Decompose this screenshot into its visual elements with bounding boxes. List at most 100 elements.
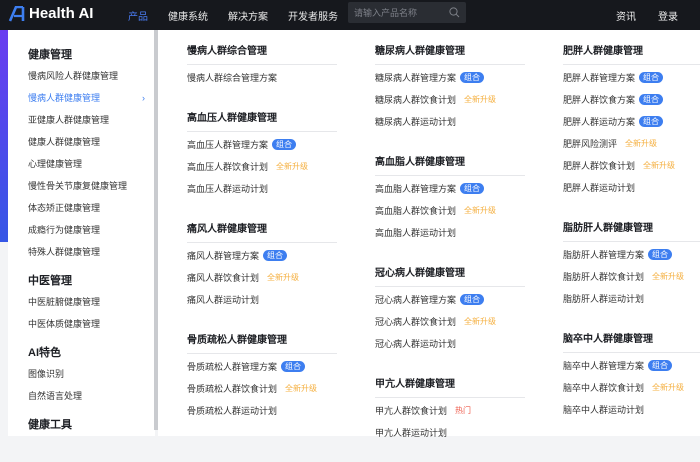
menu-item[interactable]: 甲亢人群饮食计划 热门	[375, 400, 525, 422]
sidebar-item[interactable]: 心理健康管理	[28, 153, 155, 175]
menu-item[interactable]: 高血脂人群运动计划	[375, 222, 525, 244]
badge-combo: 组合	[281, 361, 306, 372]
menu-item-label: 高血压人群运动计划	[187, 184, 269, 194]
menu-item[interactable]: 高血压人群运动计划	[187, 178, 337, 200]
menu-item[interactable]: 高血压人群管理方案 组合	[187, 134, 337, 156]
sidebar-item[interactable]: 亚健康人群健康管理	[28, 109, 155, 131]
nav-products[interactable]: 产品	[128, 8, 148, 23]
menu-group-heading: 甲亢人群健康管理	[375, 373, 525, 398]
menu-column: 慢病人群综合管理 慢病人群综合管理方案 高血压人群健康管理 高血压人群管理方案 组合 高血…	[187, 40, 337, 440]
menu-item[interactable]: 肥胖风险测评 全新升级	[563, 133, 700, 155]
accent-strip	[0, 30, 8, 242]
menu-item-label: 肥胖人群饮食方案	[563, 95, 636, 105]
menu-item[interactable]: 高血脂人群管理方案 组合	[375, 178, 525, 200]
menu-item[interactable]: 骨质疏松人群饮食计划 全新升级	[187, 378, 337, 400]
menu-group-heading: 脑卒中人群健康管理	[563, 328, 700, 353]
menu-item[interactable]: 高血脂人群饮食计划 全新升级	[375, 200, 525, 222]
menu-item[interactable]: 糖尿病人群运动计划	[375, 111, 525, 133]
menu-item-label: 脂肪肝人群饮食计划	[563, 272, 645, 282]
sidebar-item[interactable]: 成瘾行为健康管理	[28, 219, 155, 241]
menu-group: 慢病人群综合管理 慢病人群综合管理方案	[187, 40, 337, 89]
menu-item-label: 糖尿病人群运动计划	[375, 117, 457, 127]
sidebar-item[interactable]: 慢病风险人群健康管理	[28, 65, 155, 87]
menu-item-label: 肥胖人群管理方案	[563, 73, 636, 83]
search-input[interactable]	[354, 7, 444, 18]
menu-item[interactable]: 脂肪肝人群运动计划	[563, 288, 700, 310]
menu-item-label: 肥胖风险测评	[563, 139, 618, 149]
sidebar-item-label: 特殊人群健康管理	[28, 247, 101, 257]
menu-item[interactable]: 甲亢人群运动计划	[375, 422, 525, 444]
menu-item[interactable]: 痛风人群管理方案 组合	[187, 245, 337, 267]
menu-group-items: 慢病人群综合管理方案	[187, 65, 337, 89]
badge-upgrade: 全新升级	[643, 161, 676, 170]
sidebar-item[interactable]: 中医脏腑健康管理	[28, 291, 155, 313]
logo[interactable]: Health AI	[8, 5, 93, 22]
menu-item-label: 高血压人群饮食计划	[187, 162, 269, 172]
sidebar-item-label: 心理健康管理	[28, 159, 83, 169]
sidebar-item-label: 成瘾行为健康管理	[28, 225, 101, 235]
nav-health-systems[interactable]: 健康系统	[168, 8, 208, 23]
menu-item[interactable]: 糖尿病人群饮食计划 全新升级	[375, 89, 525, 111]
menu-item[interactable]: 脑卒中人群运动计划	[563, 399, 700, 421]
logo-icon	[8, 5, 25, 22]
badge-upgrade: 全新升级	[285, 384, 318, 393]
menu-item[interactable]: 慢病人群综合管理方案	[187, 67, 337, 89]
menu-item[interactable]: 肥胖人群饮食计划 全新升级	[563, 155, 700, 177]
sidebar-item[interactable]: 慢病人群健康管理 ›	[28, 87, 155, 109]
menu-item[interactable]: 痛风人群运动计划	[187, 289, 337, 311]
menu-item[interactable]: 肥胖人群饮食方案 组合	[563, 89, 700, 111]
sidebar-item[interactable]: 中医体质健康管理	[28, 313, 155, 335]
sidebar-item[interactable]: 图像识别	[28, 363, 155, 385]
menu-item[interactable]: 冠心病人群饮食计划 全新升级	[375, 311, 525, 333]
nav-solutions[interactable]: 解决方案	[228, 8, 268, 23]
login-link[interactable]: 登录	[658, 8, 678, 23]
menu-item[interactable]: 肥胖人群管理方案 组合	[563, 67, 700, 89]
sidebar-item[interactable]: 体态矫正健康管理	[28, 197, 155, 219]
sidebar-item[interactable]: 慢性骨关节康复健康管理	[28, 175, 155, 197]
badge-combo: 组合	[648, 360, 673, 371]
badge-combo: 组合	[460, 183, 485, 194]
menu-item[interactable]: 冠心病人群管理方案 组合	[375, 289, 525, 311]
menu-item-label: 肥胖人群运动方案	[563, 117, 636, 127]
menu-column: 肥胖人群健康管理 肥胖人群管理方案 组合 肥胖人群饮食方案 组合 肥胖人群运动方案 组合 肥胖…	[563, 40, 700, 439]
menu-item[interactable]: 脑卒中人群管理方案 组合	[563, 355, 700, 377]
logo-text: Health AI	[29, 5, 94, 22]
menu-item[interactable]: 高血压人群饮食计划 全新升级	[187, 156, 337, 178]
menu-group-heading: 骨质疏松人群健康管理	[187, 329, 337, 354]
menu-item[interactable]: 脂肪肝人群管理方案 组合	[563, 244, 700, 266]
search-icon[interactable]	[449, 7, 460, 18]
menu-item[interactable]: 冠心病人群运动计划	[375, 333, 525, 355]
badge-upgrade: 全新升级	[267, 273, 300, 282]
chevron-right-icon: ›	[142, 93, 145, 103]
menu-item[interactable]: 脑卒中人群饮食计划 全新升级	[563, 377, 700, 399]
menu-group-items: 肥胖人群管理方案 组合 肥胖人群饮食方案 组合 肥胖人群运动方案 组合 肥胖风险测评 全新升级…	[563, 65, 700, 199]
menu-item-label: 甲亢人群运动计划	[375, 428, 448, 438]
badge-upgrade: 全新升级	[652, 383, 685, 392]
sidebar-item[interactable]: 健康人群健康管理	[28, 131, 155, 153]
menu-item[interactable]: 脂肪肝人群饮食计划 全新升级	[563, 266, 700, 288]
menu-item[interactable]: 肥胖人群运动计划	[563, 177, 700, 199]
menu-item[interactable]: 骨质疏松人群运动计划	[187, 400, 337, 422]
menu-item-label: 冠心病人群运动计划	[375, 339, 457, 349]
sidebar-item[interactable]: 特殊人群健康管理	[28, 241, 155, 263]
sidebar-item-label: 慢性骨关节康复健康管理	[28, 181, 128, 191]
menu-group-heading: 脂肪肝人群健康管理	[563, 217, 700, 242]
sidebar-item-label: 慢病风险人群健康管理	[28, 71, 119, 81]
menu-item-label: 高血脂人群管理方案	[375, 184, 457, 194]
sidebar-section-heading: 中医管理	[28, 275, 72, 287]
menu-group-heading: 高血压人群健康管理	[187, 107, 337, 132]
menu-item[interactable]: 肥胖人群运动方案 组合	[563, 111, 700, 133]
menu-item[interactable]: 痛风人群饮食计划 全新升级	[187, 267, 337, 289]
menu-item-label: 肥胖人群饮食计划	[563, 161, 636, 171]
menu-item-label: 脂肪肝人群管理方案	[563, 250, 645, 260]
menu-item-label: 痛风人群管理方案	[187, 251, 260, 261]
menu-group: 骨质疏松人群健康管理 骨质疏松人群管理方案 组合 骨质疏松人群饮食计划 全新升级 骨质疏松…	[187, 329, 337, 422]
badge-upgrade: 全新升级	[464, 317, 497, 326]
menu-item[interactable]: 糖尿病人群管理方案 组合	[375, 67, 525, 89]
menu-group: 痛风人群健康管理 痛风人群管理方案 组合 痛风人群饮食计划 全新升级 痛风人群运动计划	[187, 218, 337, 311]
sidebar-item[interactable]: 自然语言处理	[28, 385, 155, 407]
news-link[interactable]: 资讯	[616, 8, 636, 23]
badge-combo: 组合	[460, 294, 485, 305]
nav-developer-services[interactable]: 开发者服务	[288, 8, 338, 23]
menu-item[interactable]: 骨质疏松人群管理方案 组合	[187, 356, 337, 378]
